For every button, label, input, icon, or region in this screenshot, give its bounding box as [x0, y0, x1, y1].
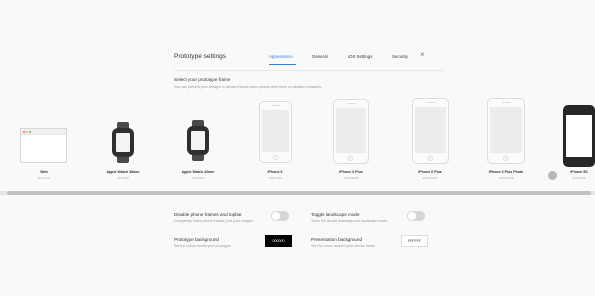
tab-general[interactable]: General	[312, 54, 328, 59]
device-apple-watch-38[interactable]	[112, 122, 134, 163]
home-button-icon	[348, 156, 353, 161]
device-dims: 1242x2208	[498, 176, 514, 180]
device-dims: 640x1136	[572, 176, 586, 180]
device-iphone-6-plus-photo[interactable]	[487, 98, 525, 164]
panel-title: Prototype settings	[174, 53, 227, 60]
select-frame-title: Select your prototype frame	[174, 77, 231, 82]
device-dims: 750x1334	[268, 176, 282, 180]
device-iphone-6-plus[interactable]	[412, 98, 449, 164]
device-name: Web	[40, 170, 48, 174]
landscape-desc: Turns the device sideways into landscape…	[311, 219, 389, 223]
device-name: Apple Watch 42mm	[181, 170, 215, 174]
device-name: Apple Watch 38mm	[106, 170, 140, 174]
device-name: iPhone 6 Plus	[418, 170, 442, 174]
select-frame-description: You can present your designs in device f…	[174, 85, 323, 89]
disable-frames-title: Disable phone frames and topbar	[174, 212, 242, 217]
device-iphone-6[interactable]	[259, 101, 292, 163]
device-name: iPhone 5S	[570, 170, 588, 174]
device-name: iPhone 6	[267, 170, 283, 174]
proto-bg-desc: Set the colour inside your prototype.	[174, 244, 232, 248]
device-dims: No frame	[37, 176, 51, 180]
maximize-dot-icon	[29, 130, 31, 133]
scrollbar-thumb[interactable]	[7, 191, 591, 195]
home-button-icon	[503, 156, 508, 161]
device-apple-watch-42[interactable]	[187, 120, 209, 161]
minimize-dot-icon	[26, 130, 28, 133]
tab-security[interactable]: Security	[392, 54, 408, 59]
pres-bg-title: Presentation background	[311, 237, 363, 242]
disable-frames-toggle[interactable]	[271, 211, 289, 221]
landscape-title: Toggle landscape mode	[311, 212, 360, 217]
close-dot-icon	[23, 130, 25, 133]
device-dims: 1242x2208	[343, 176, 359, 180]
header-divider	[174, 70, 444, 71]
home-button-icon	[272, 155, 278, 160]
device-name: iPhone 6 Plus Photo	[488, 170, 524, 174]
settings-header: Prototype settings Appearance General iO…	[174, 48, 444, 68]
pres-bg-desc: Set the colour around your device frame.	[311, 244, 376, 248]
disable-frames-desc: Completely hides phone frames, just your…	[174, 219, 254, 223]
tab-ios-settings[interactable]: iOS Settings	[348, 54, 372, 59]
device-dims: 1242x2208	[422, 176, 438, 180]
tab-appearance[interactable]: Appearance	[269, 54, 293, 59]
landscape-toggle[interactable]	[407, 211, 425, 221]
device-dims: 312x390	[192, 176, 204, 180]
proto-bg-color-input[interactable]: 000000	[265, 235, 292, 247]
device-iphone-5s[interactable]	[563, 105, 595, 167]
device-web-frame[interactable]	[20, 128, 67, 163]
home-button-icon	[427, 156, 433, 161]
device-name: iPhone 6 Plus	[339, 170, 363, 174]
proto-bg-title: Prototype background	[174, 237, 219, 242]
active-tab-indicator	[269, 64, 296, 65]
device-iphone-6-plus[interactable]	[333, 99, 369, 164]
close-icon[interactable]: ×	[420, 50, 425, 59]
device-dims: 272x340	[117, 176, 129, 180]
pres-bg-color-input[interactable]: FFFFFF	[401, 235, 428, 247]
color-selector-icon[interactable]	[548, 171, 557, 180]
